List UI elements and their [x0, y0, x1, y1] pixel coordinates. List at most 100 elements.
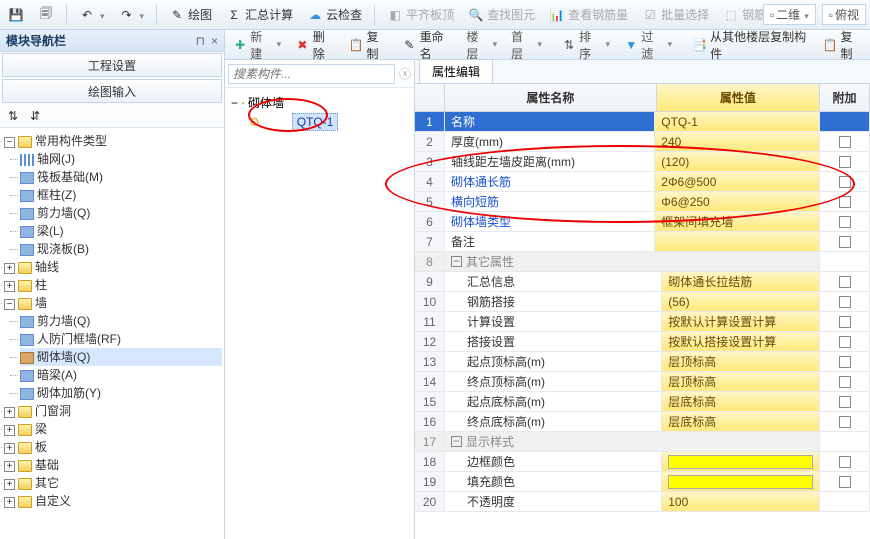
cloud-check-button[interactable]: ☁云检查	[303, 4, 366, 25]
row-value[interactable]: (120)	[655, 152, 820, 171]
row-value[interactable]: (56)	[662, 292, 820, 311]
view-rebar-button[interactable]: 📊查看钢筋量	[545, 4, 632, 25]
nav-close-icon[interactable]: ×	[211, 34, 218, 48]
tree-shear-wall-q[interactable]: 剪力墙(Q)	[20, 312, 222, 330]
tree-other[interactable]: +其它	[4, 474, 222, 492]
floor-dropdown[interactable]: 楼层	[462, 26, 501, 64]
property-row[interactable]: 3轴线距左墙皮距离(mm)(120)	[415, 152, 870, 172]
property-row[interactable]: 20不透明度100	[415, 492, 870, 512]
property-row[interactable]: 10钢筋搭接(56)	[415, 292, 870, 312]
toggle-icon[interactable]: −	[4, 137, 15, 148]
row-value[interactable]: 按默认计算设置计算	[662, 312, 820, 331]
tree-frame-col[interactable]: 框柱(Z)	[20, 186, 222, 204]
toggle-icon[interactable]: −	[231, 96, 238, 110]
expand-all-icon[interactable]: ⇅	[4, 107, 22, 125]
checkbox[interactable]	[839, 316, 851, 328]
checkbox[interactable]	[839, 156, 851, 168]
property-row[interactable]: 16终点底标高(m)层底标高	[415, 412, 870, 432]
tree-beam[interactable]: 梁(L)	[20, 222, 222, 240]
row-value[interactable]	[662, 472, 820, 491]
property-row[interactable]: 8−其它属性	[415, 252, 870, 272]
view-2d-button[interactable]: ▫二维	[763, 4, 816, 25]
toggle-icon[interactable]: +	[4, 443, 15, 454]
tree-beam2[interactable]: +梁	[4, 420, 222, 438]
row-value[interactable]: 层顶标高	[662, 352, 820, 371]
checkbox[interactable]	[839, 176, 851, 188]
copy-button[interactable]: 📋复制	[345, 26, 392, 64]
tab-property-edit[interactable]: 属性编辑	[419, 59, 493, 83]
new-button[interactable]: ✚新建	[229, 26, 285, 64]
row-value[interactable]: 层底标高	[662, 392, 820, 411]
draw-button[interactable]: ✎绘图	[165, 4, 216, 25]
tree-slab[interactable]: +板	[4, 438, 222, 456]
bird-view-button[interactable]: ▫俯视	[822, 4, 866, 25]
property-row[interactable]: 15起点底标高(m)层底标高	[415, 392, 870, 412]
checkbox[interactable]	[839, 216, 851, 228]
property-row[interactable]: 4砌体通长筋2Φ6@500	[415, 172, 870, 192]
checkbox[interactable]	[839, 296, 851, 308]
copy-from-other-button[interactable]: 📑从其他楼层复制构件	[688, 26, 812, 64]
checkbox[interactable]	[839, 236, 851, 248]
row-value[interactable]: 层底标高	[662, 412, 820, 431]
property-row[interactable]: 18边框颜色	[415, 452, 870, 472]
delete-button[interactable]: ✖删除	[291, 26, 338, 64]
toggle-icon[interactable]: +	[4, 281, 15, 292]
row-value[interactable]: 砌体通长拉结筋	[662, 272, 820, 291]
toggle-icon[interactable]: +	[4, 263, 15, 274]
tree-custom[interactable]: +自定义	[4, 492, 222, 510]
row-value[interactable]: 2Φ6@500	[655, 172, 820, 191]
tree-civil-wall[interactable]: 人防门框墙(RF)	[20, 330, 222, 348]
tree-foundation[interactable]: +基础	[4, 456, 222, 474]
tree-masonry-reinf[interactable]: 砌体加筋(Y)	[20, 384, 222, 402]
property-row[interactable]: 6砌体墙类型框架间填充墙	[415, 212, 870, 232]
tree-dark-beam[interactable]: 暗梁(A)	[20, 366, 222, 384]
color-swatch[interactable]	[668, 455, 813, 469]
row-value[interactable]: 240	[655, 132, 820, 151]
filter-button[interactable]: ▼过滤	[620, 26, 676, 64]
toggle-icon[interactable]: +	[4, 479, 15, 490]
checkbox[interactable]	[839, 336, 851, 348]
color-swatch[interactable]	[668, 475, 813, 489]
tree-root[interactable]: −常用构件类型 轴网(J) 筏板基础(M) 框柱(Z) 剪力墙(Q) 梁(L) …	[4, 132, 222, 258]
collapse-all-icon[interactable]: ⇵	[26, 107, 44, 125]
property-row[interactable]: 7备注	[415, 232, 870, 252]
tab-draw-input[interactable]: 绘图输入	[2, 79, 222, 103]
checkbox[interactable]	[839, 376, 851, 388]
tree-shear-wall[interactable]: 剪力墙(Q)	[20, 204, 222, 222]
property-row[interactable]: 1名称QTQ-1	[415, 112, 870, 132]
tab-project-settings[interactable]: 工程设置	[2, 53, 222, 77]
property-row[interactable]: 9汇总信息砌体通长拉结筋	[415, 272, 870, 292]
search-clear-icon[interactable]: ⓧ	[395, 63, 415, 84]
checkbox[interactable]	[839, 476, 851, 488]
find-elem-button[interactable]: 🔍查找图元	[464, 4, 539, 25]
row-value[interactable]	[655, 232, 820, 251]
property-row[interactable]: 13起点顶标高(m)层顶标高	[415, 352, 870, 372]
tree-raft[interactable]: 筏板基础(M)	[20, 168, 222, 186]
row-value[interactable]	[662, 452, 820, 471]
comp-item[interactable]: QTQ-1	[292, 113, 339, 131]
undo-button[interactable]: ↶	[75, 5, 109, 25]
tree-wall[interactable]: −墙 剪力墙(Q) 人防门框墙(RF) 砌体墙(Q) 暗梁(A) 砌体加筋(Y)	[4, 294, 222, 402]
flatten-button[interactable]: ◧平齐板顶	[383, 4, 458, 25]
toggle-icon[interactable]: +	[4, 407, 15, 418]
row-value[interactable]: 按默认搭接设置计算	[662, 332, 820, 351]
sum-calc-button[interactable]: Σ汇总计算	[222, 4, 297, 25]
row-value[interactable]: 100	[662, 492, 820, 511]
save-icon[interactable]: 💾	[4, 5, 28, 25]
property-row[interactable]: 17−显示样式	[415, 432, 870, 452]
layers-icon[interactable]: 🗐	[34, 5, 58, 25]
row-value[interactable]: 层顶标高	[662, 372, 820, 391]
row-value[interactable]: 框架间填充墙	[655, 212, 820, 231]
tree-opening[interactable]: +门窗洞	[4, 402, 222, 420]
comp-folder[interactable]: − 砌体墙	[231, 94, 408, 111]
tree-axis[interactable]: 轴网(J)	[20, 150, 222, 168]
floor-select[interactable]: 首层	[507, 26, 546, 64]
tree-masonry-wall[interactable]: 砌体墙(Q)	[20, 348, 222, 366]
nav-pin-icon[interactable]: ⊓	[196, 34, 205, 48]
checkbox[interactable]	[839, 276, 851, 288]
row-value[interactable]: Φ6@250	[655, 192, 820, 211]
toggle-icon[interactable]: +	[4, 461, 15, 472]
toggle-icon[interactable]: +	[4, 425, 15, 436]
sort-button[interactable]: ⇅排序	[558, 26, 614, 64]
row-value[interactable]: QTQ-1	[655, 112, 820, 131]
